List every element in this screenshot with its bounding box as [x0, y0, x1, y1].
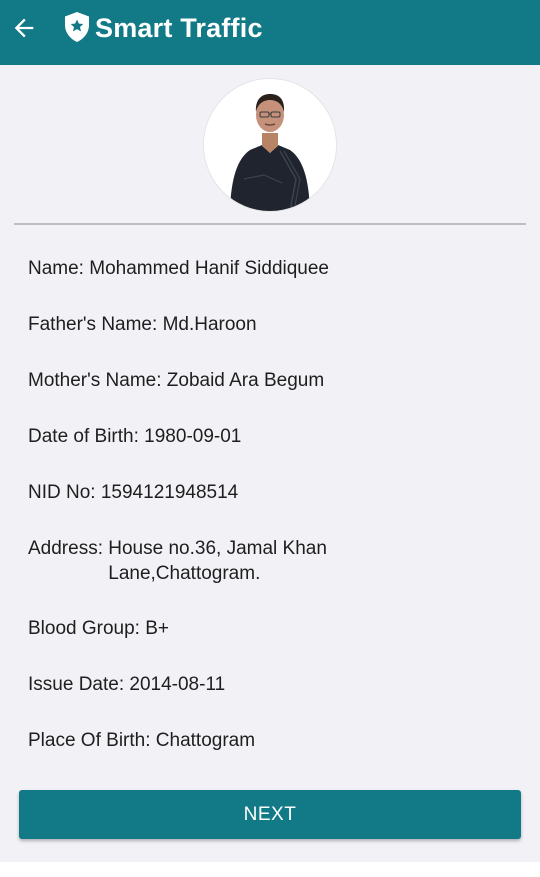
field-value: 2014-08-11 [129, 674, 226, 695]
next-button[interactable]: NEXT [19, 790, 521, 839]
field-value: House no.36, Jamal Khan Lane,Chattogram. [108, 538, 327, 584]
name-field: Name: Mohammed Hanif Siddiquee [28, 256, 518, 281]
field-value: Zobaid Ara Begum [166, 370, 325, 391]
field-value: 1980-09-01 [144, 426, 242, 447]
field-value: 1594121948514 [100, 482, 239, 503]
header-divider [14, 223, 526, 225]
field-label: Date of Birth: [28, 426, 145, 447]
arrow-left-icon [14, 18, 34, 38]
field-label: Place Of Birth: [28, 730, 156, 751]
profile-photo [204, 79, 336, 211]
field-label: Address: [28, 538, 109, 559]
nid-field: NID No: 1594121948514 [28, 480, 518, 505]
field-label: NID No: [28, 482, 101, 503]
field-value: Mohammed Hanif Siddiquee [89, 258, 329, 279]
app-bar: Smart Traffic [0, 0, 540, 65]
bottom-strip [0, 862, 540, 877]
field-label: Name: [28, 258, 90, 279]
field-label: Blood Group: [28, 618, 146, 639]
field-value: Chattogram [155, 730, 256, 751]
field-value: B+ [145, 618, 170, 639]
issue-date-field: Issue Date: 2014-08-11 [28, 672, 518, 697]
field-label: Mother's Name: [28, 370, 167, 391]
person-photo [204, 79, 336, 211]
field-label: Issue Date: [28, 674, 130, 695]
date-of-birth-field: Date of Birth: 1980-09-01 [28, 424, 518, 449]
field-label: Father's Name: [28, 314, 163, 335]
address-field: Address: House no.36, Jamal Khan Lane,Ch… [28, 536, 518, 586]
blood-group-field: Blood Group: B+ [28, 616, 518, 641]
mothers-name-field: Mother's Name: Zobaid Ara Begum [28, 368, 518, 393]
field-value: Md.Haroon [162, 314, 257, 335]
fathers-name-field: Father's Name: Md.Haroon [28, 312, 518, 337]
back-button[interactable] [6, 10, 42, 46]
shield-star-icon [65, 12, 89, 42]
place-of-birth-field: Place Of Birth: Chattogram [28, 728, 518, 753]
app-title: Smart Traffic [95, 13, 263, 43]
